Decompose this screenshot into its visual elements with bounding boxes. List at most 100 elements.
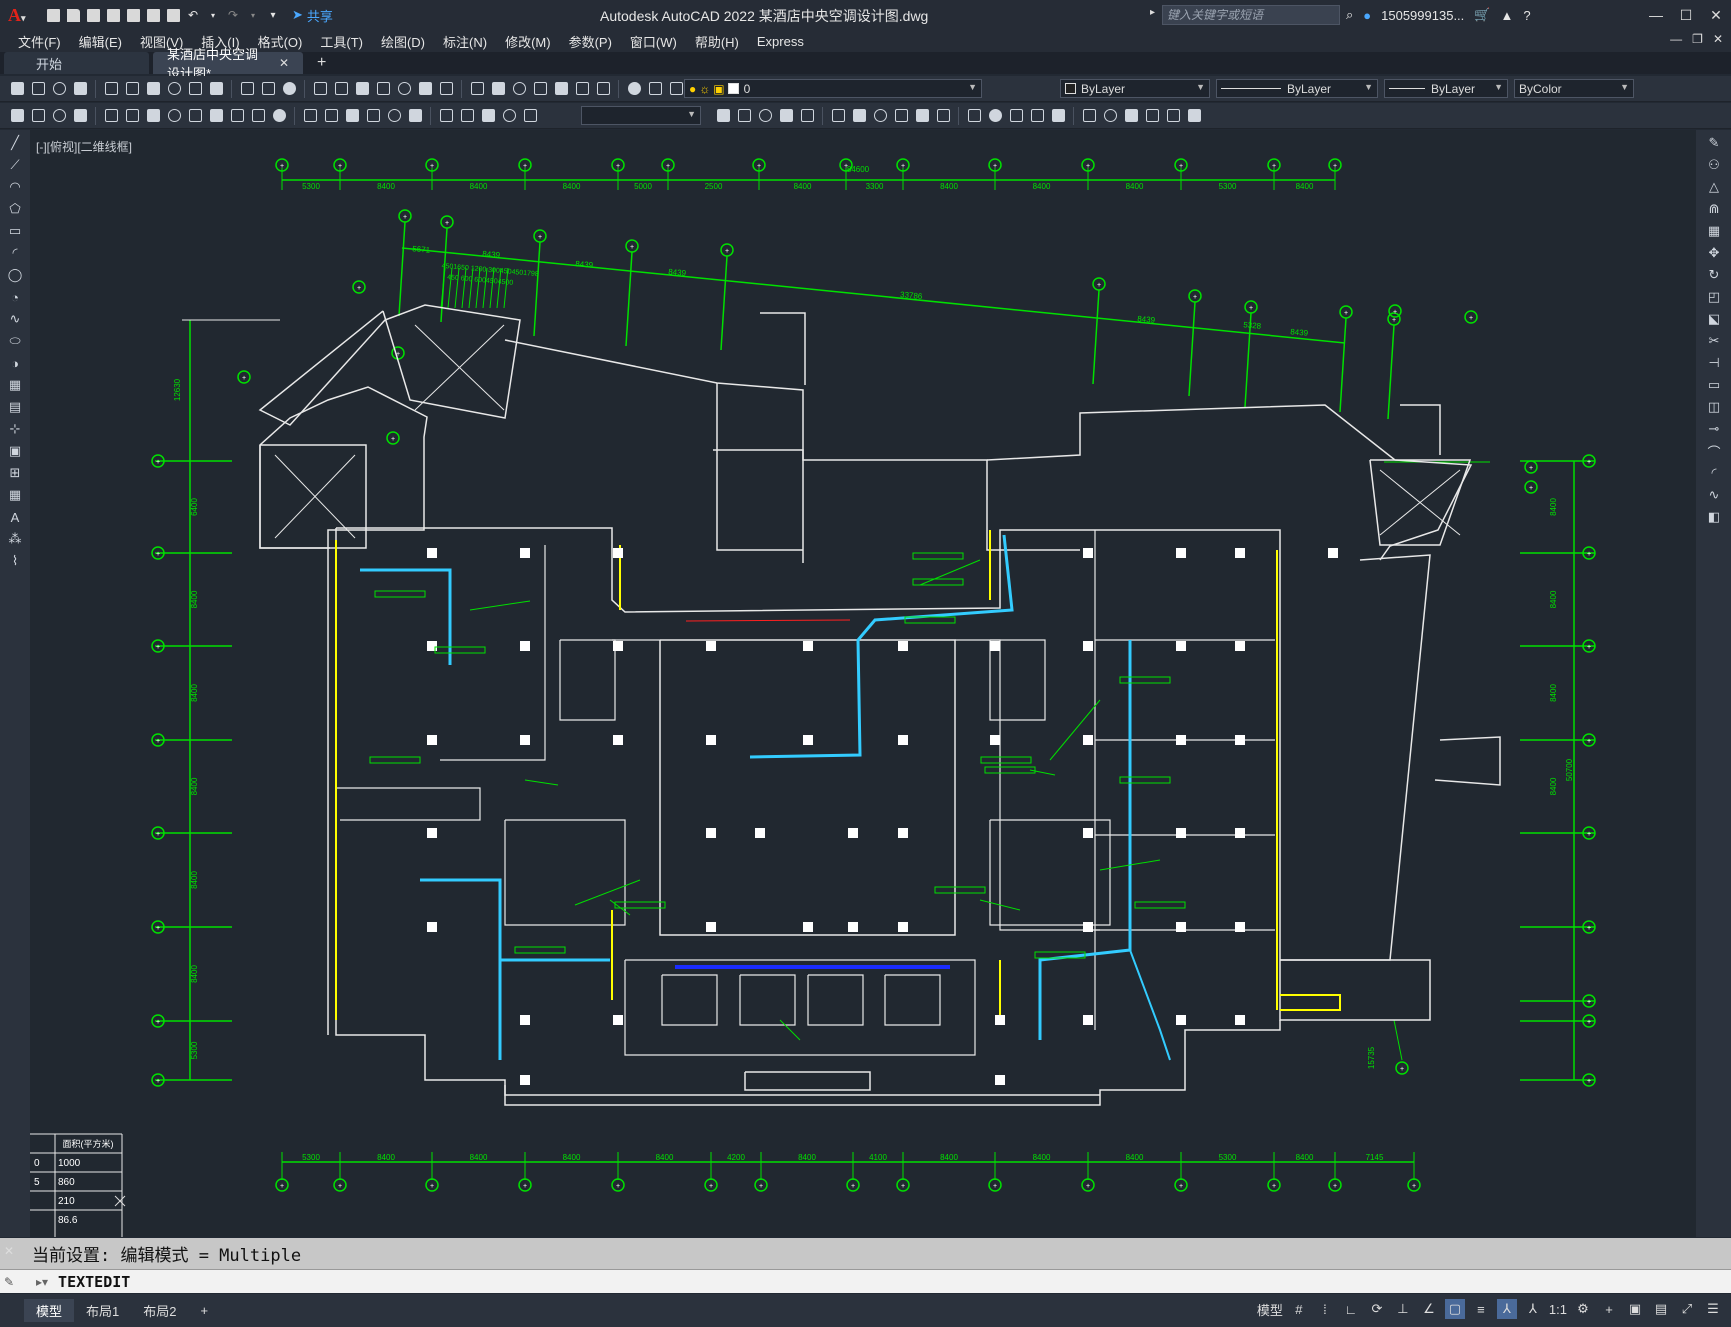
saveas-icon[interactable] [104,6,122,24]
modify-tool-icon-17[interactable]: ∿ [1705,486,1723,504]
modify-tool-icon-4[interactable] [777,107,795,125]
menu-file[interactable]: 文件(F) [0,32,70,51]
annotation-autoscale-icon[interactable]: ⅄ [1523,1299,1543,1319]
undo-dropdown-icon[interactable]: ▾ [204,6,222,24]
dimension-tool-icon-7[interactable] [144,107,162,125]
layout-tab-model[interactable]: 模型 [24,1299,75,1322]
dimension-tool-icon-3[interactable] [50,107,68,125]
quick-properties-icon[interactable]: ▤ [1651,1299,1671,1319]
modify-tool-icon-7[interactable] [850,107,868,125]
modify-tool-icon-13[interactable]: ◫ [1705,398,1723,416]
draw-tool-icon-15[interactable]: ▣ [6,442,24,460]
dimension-tool-icon-6[interactable] [123,107,141,125]
viewport-controls-label[interactable]: [-][俯视][二维线框] [36,138,132,155]
draw-tool-icon-11[interactable]: ◑ [6,354,24,372]
osnap-track-icon[interactable]: ∠ [1419,1299,1439,1319]
draw-tool-icon-8[interactable]: ◔ [6,288,24,306]
modify-tool-icon-19[interactable] [1122,107,1140,125]
modify-tool-icon-2[interactable] [735,107,753,125]
new-tab-icon[interactable]: + [317,52,326,74]
plus-icon[interactable]: + [1599,1299,1619,1319]
menu-edit[interactable]: 编辑(E) [70,32,131,51]
standard-tool-icon-23[interactable] [510,80,528,98]
draw-tool-icon-6[interactable]: ◜ [6,244,24,262]
modify-tool-icon-14[interactable] [1007,107,1025,125]
layout-tab-1[interactable]: 布局1 [74,1299,131,1322]
draw-tool-icon-14[interactable]: ⊹ [6,420,24,438]
user-name[interactable]: 1505999135... [1381,8,1464,23]
modify-tool-icon-15[interactable] [1028,107,1046,125]
menu-draw[interactable]: 绘图(D) [372,32,434,51]
standard-tool-icon-6[interactable] [123,80,141,98]
draw-tool-icon-1[interactable]: ╱ [6,134,24,152]
draw-tool-icon-20[interactable]: ⌇ [6,552,24,570]
modify-tool-icon-20[interactable] [1143,107,1161,125]
dimension-tool-icon-23[interactable] [500,107,518,125]
standard-tool-icon-14[interactable] [311,80,329,98]
gear-icon[interactable]: ⚙ [1573,1299,1593,1319]
search-input[interactable]: 键入关键字或短语 [1162,5,1340,25]
dimension-tool-icon-2[interactable] [29,107,47,125]
modify-tool-icon-17[interactable] [1080,107,1098,125]
modify-tool-icon-10[interactable]: ✂ [1705,332,1723,350]
dimension-tool-icon-1[interactable] [8,107,26,125]
modify-tool-icon-8[interactable] [871,107,889,125]
modify-tool-icon-12[interactable]: ▭ [1705,376,1723,394]
modify-tool-icon-12[interactable] [965,107,983,125]
maximize-icon[interactable]: ☐ [1671,0,1701,30]
draw-tool-icon-17[interactable]: ▦ [6,486,24,504]
menu-help[interactable]: 帮助(H) [686,32,748,51]
close-icon[interactable]: ✕ [1701,0,1731,30]
modify-tool-icon-8[interactable]: ◰ [1705,288,1723,306]
modify-tool-icon-9[interactable] [892,107,910,125]
minimize-icon[interactable]: — [1641,0,1671,30]
modify-tool-icon-15[interactable]: ⌒ [1705,442,1723,460]
lineweight-dropdown[interactable]: ByLayer ▼ [1384,79,1508,98]
modify-tool-icon-22[interactable] [1185,107,1203,125]
modify-tool-icon-21[interactable] [1164,107,1182,125]
annotation-visibility-icon[interactable]: ⅄ [1496,1299,1517,1319]
lineweight-icon[interactable]: ≡ [1471,1299,1491,1319]
modify-tool-icon-5[interactable] [798,107,816,125]
modify-tool-icon-1[interactable] [714,107,732,125]
redo-dropdown-icon[interactable]: ▾ [244,6,262,24]
standard-tool-icon-3[interactable] [50,80,68,98]
standard-tool-icon-7[interactable] [144,80,162,98]
modify-tool-icon-16[interactable]: ◜ [1705,464,1723,482]
doc-close-icon[interactable]: ✕ [1713,32,1723,46]
dimension-tool-icon-8[interactable] [165,107,183,125]
standard-tool-icon-2[interactable] [29,80,47,98]
draw-tool-icon-16[interactable]: ⊞ [6,464,24,482]
drawing-canvas[interactable]: + + + + + + + + + + + + + +5300 8400 8400 8400 5000 2500 84… [30,130,1696,1237]
dimension-tool-icon-14[interactable] [301,107,319,125]
standard-tool-icon-11[interactable] [238,80,256,98]
modify-tool-icon-10[interactable] [913,107,931,125]
fullscreen-icon[interactable]: ⤢ [1677,1299,1697,1319]
draw-tool-icon-7[interactable]: ◯ [6,266,24,284]
layer-dropdown[interactable]: ● ☼ ▣ 0 ▼ [684,79,982,98]
standard-tool-icon-18[interactable] [395,80,413,98]
new-icon[interactable] [44,6,62,24]
draw-tool-icon-9[interactable]: ∿ [6,310,24,328]
linetype-dropdown[interactable]: ByLayer ▼ [1216,79,1378,98]
draw-tool-icon-19[interactable]: ⁂ [6,530,24,548]
dimension-tool-icon-11[interactable] [228,107,246,125]
modify-tool-icon-14[interactable]: ⊸ [1705,420,1723,438]
tab-close-icon[interactable]: ✕ [279,56,289,70]
draw-tool-icon-3[interactable]: ◠ [6,178,24,196]
modify-tool-icon-18[interactable] [1101,107,1119,125]
modify-tool-icon-2[interactable]: ⚇ [1705,156,1723,174]
dimension-tool-icon-17[interactable] [364,107,382,125]
units-icon[interactable]: ▣ [1625,1299,1645,1319]
plot-icon[interactable] [164,6,182,24]
dimension-tool-icon-10[interactable] [207,107,225,125]
save-icon[interactable] [84,6,102,24]
draw-tool-icon-12[interactable]: ▦ [6,376,24,394]
dimstyle-dropdown[interactable]: ▼ [581,106,701,125]
standard-tool-icon-22[interactable] [489,80,507,98]
modify-tool-icon-13[interactable] [986,107,1004,125]
command-input[interactable]: TEXTEDIT [58,1273,130,1291]
modify-tool-icon-3[interactable]: △ [1705,178,1723,196]
modify-tool-icon-7[interactable]: ↻ [1705,266,1723,284]
tab-start[interactable]: 开始 [4,52,149,74]
